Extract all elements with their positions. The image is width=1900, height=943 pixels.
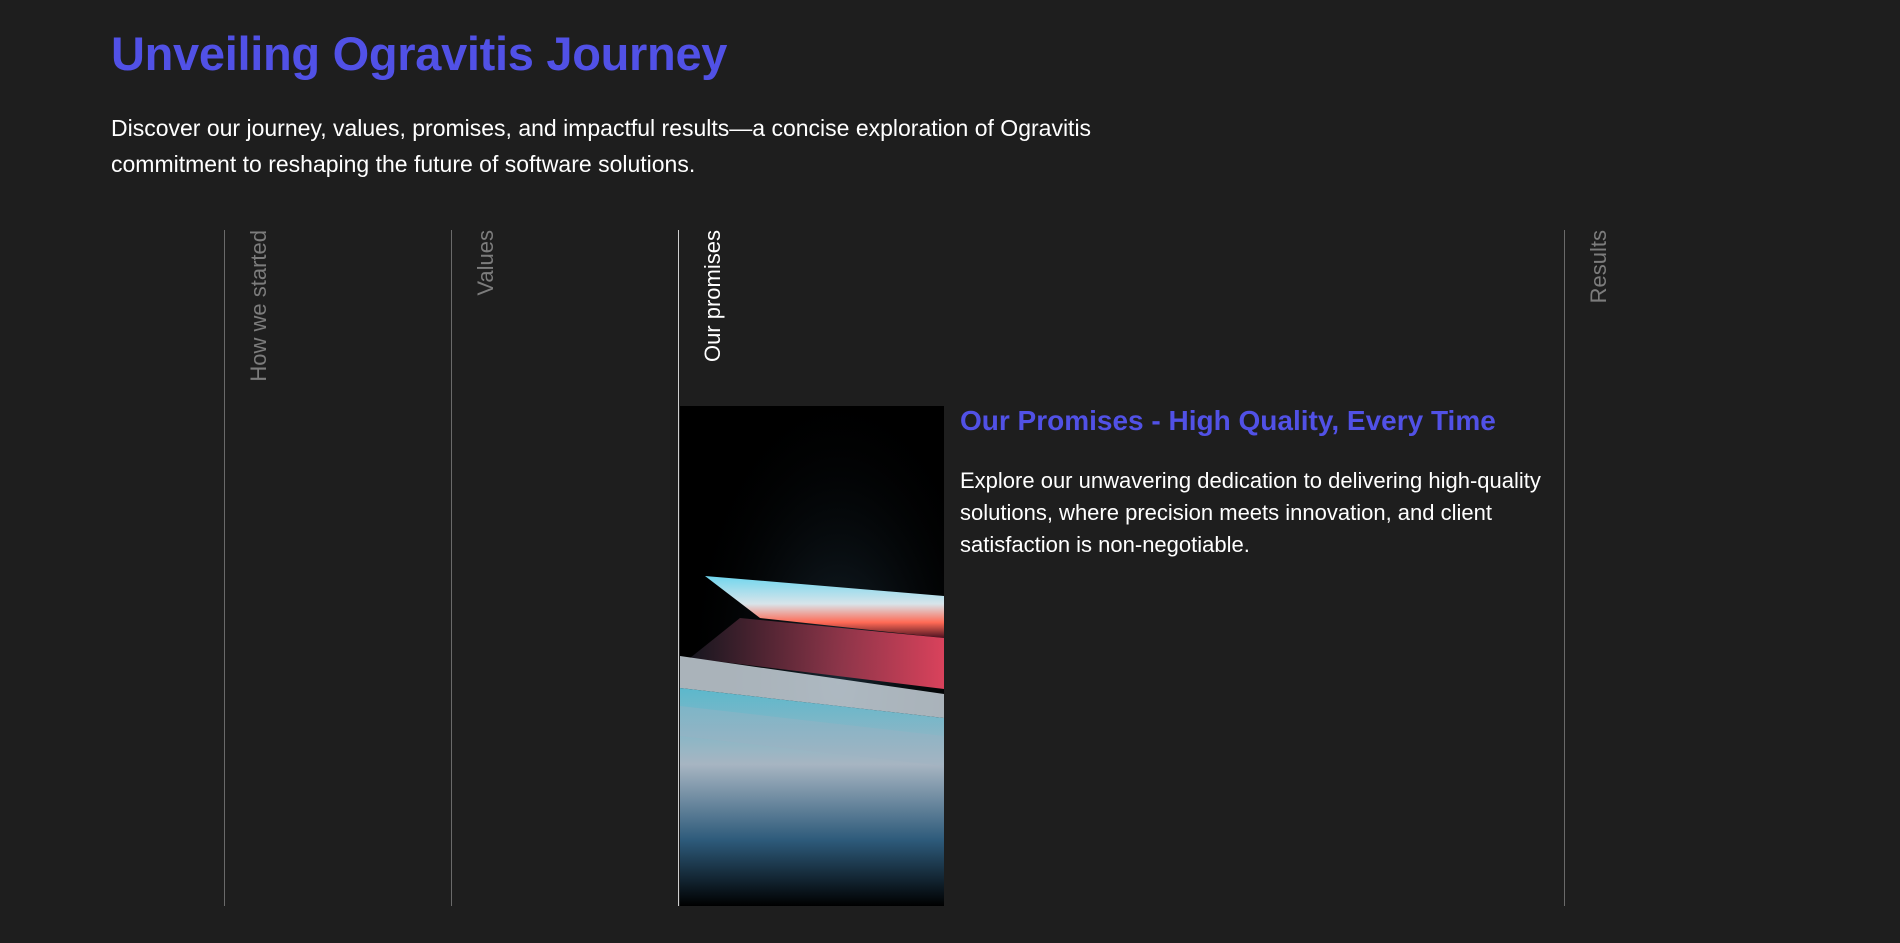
tab-how-we-started[interactable]: How we started bbox=[246, 230, 272, 382]
tab-our-promises[interactable]: Our promises bbox=[700, 230, 726, 362]
panel-heading: Our Promises - High Quality, Every Time bbox=[960, 405, 1496, 436]
page-title: Unveiling Ogravitis Journey bbox=[111, 27, 728, 80]
tab-divider-how-we-started bbox=[224, 230, 225, 906]
tab-results[interactable]: Results bbox=[1586, 230, 1612, 303]
journey-tabs: How we started Values Our promises Resul… bbox=[0, 230, 1900, 906]
laptop-glow-photo bbox=[680, 406, 944, 906]
tab-divider-values bbox=[451, 230, 452, 906]
tab-divider-our-promises bbox=[678, 230, 679, 906]
tab-values[interactable]: Values bbox=[473, 230, 499, 296]
page-intro: Discover our journey, values, promises, … bbox=[111, 115, 1092, 177]
panel-body: Explore our unwavering dedication to del… bbox=[960, 468, 1541, 557]
tab-divider-results bbox=[1564, 230, 1565, 906]
